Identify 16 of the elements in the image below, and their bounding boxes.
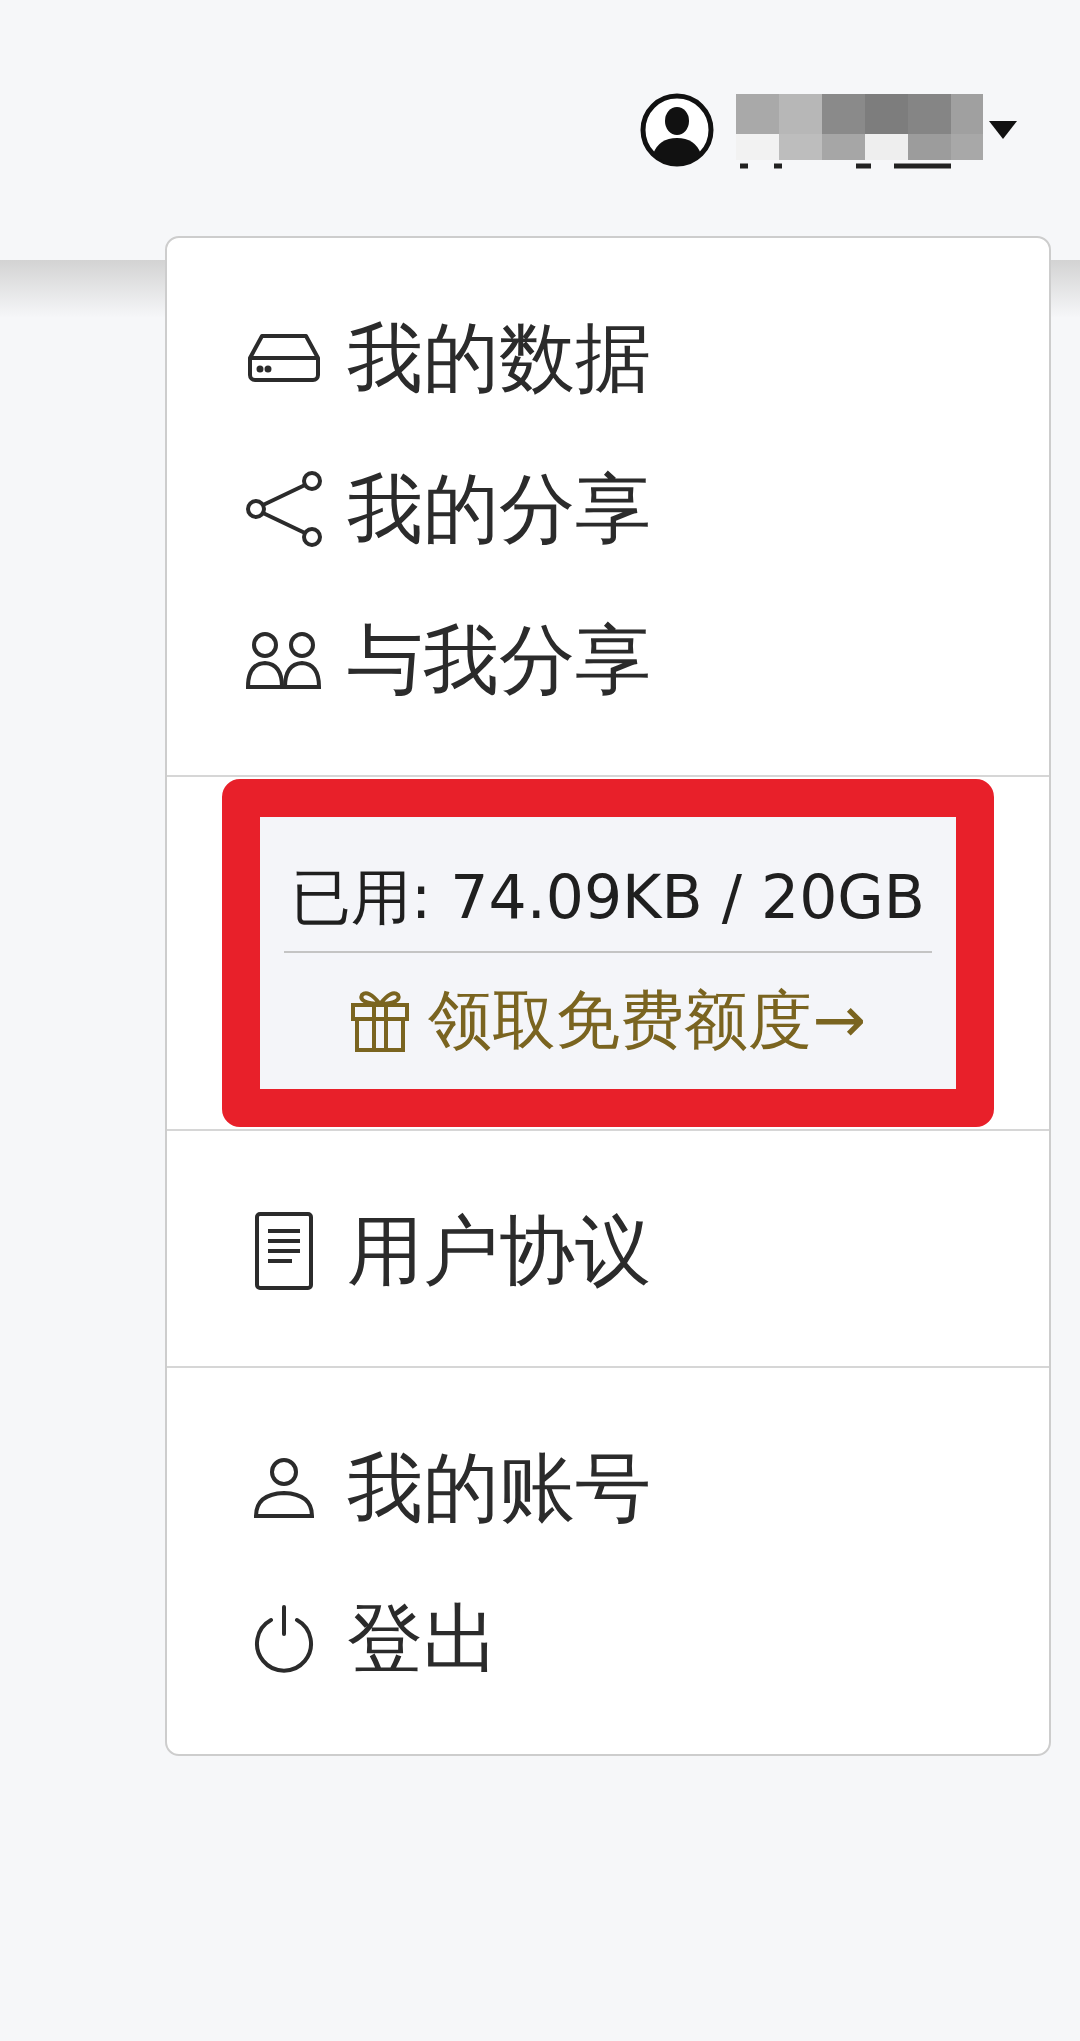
share-icon [245, 469, 323, 548]
power-icon [253, 1603, 315, 1674]
person-icon [253, 1456, 315, 1519]
hard-drive-icon [247, 332, 321, 383]
document-icon [254, 1210, 314, 1291]
menu-item[interactable]: 用户协议 [167, 1175, 1049, 1326]
menu-item[interactable]: 我的账号 [167, 1412, 1049, 1563]
storage-usage-text: 已用: 74.09KB / 20GB [290, 862, 926, 932]
free-quota-link[interactable]: 领取免费额度→ [350, 985, 866, 1055]
menu-item[interactable]: 我的数据 [167, 282, 1049, 433]
menu-item[interactable]: 我的分享 [167, 433, 1049, 584]
menu-item[interactable]: 登出 [167, 1563, 1049, 1714]
menu-item[interactable]: 与我分享 [167, 584, 1049, 735]
avatar-icon [639, 92, 715, 168]
caret-icon [989, 121, 1017, 139]
two-people-icon [245, 629, 323, 690]
